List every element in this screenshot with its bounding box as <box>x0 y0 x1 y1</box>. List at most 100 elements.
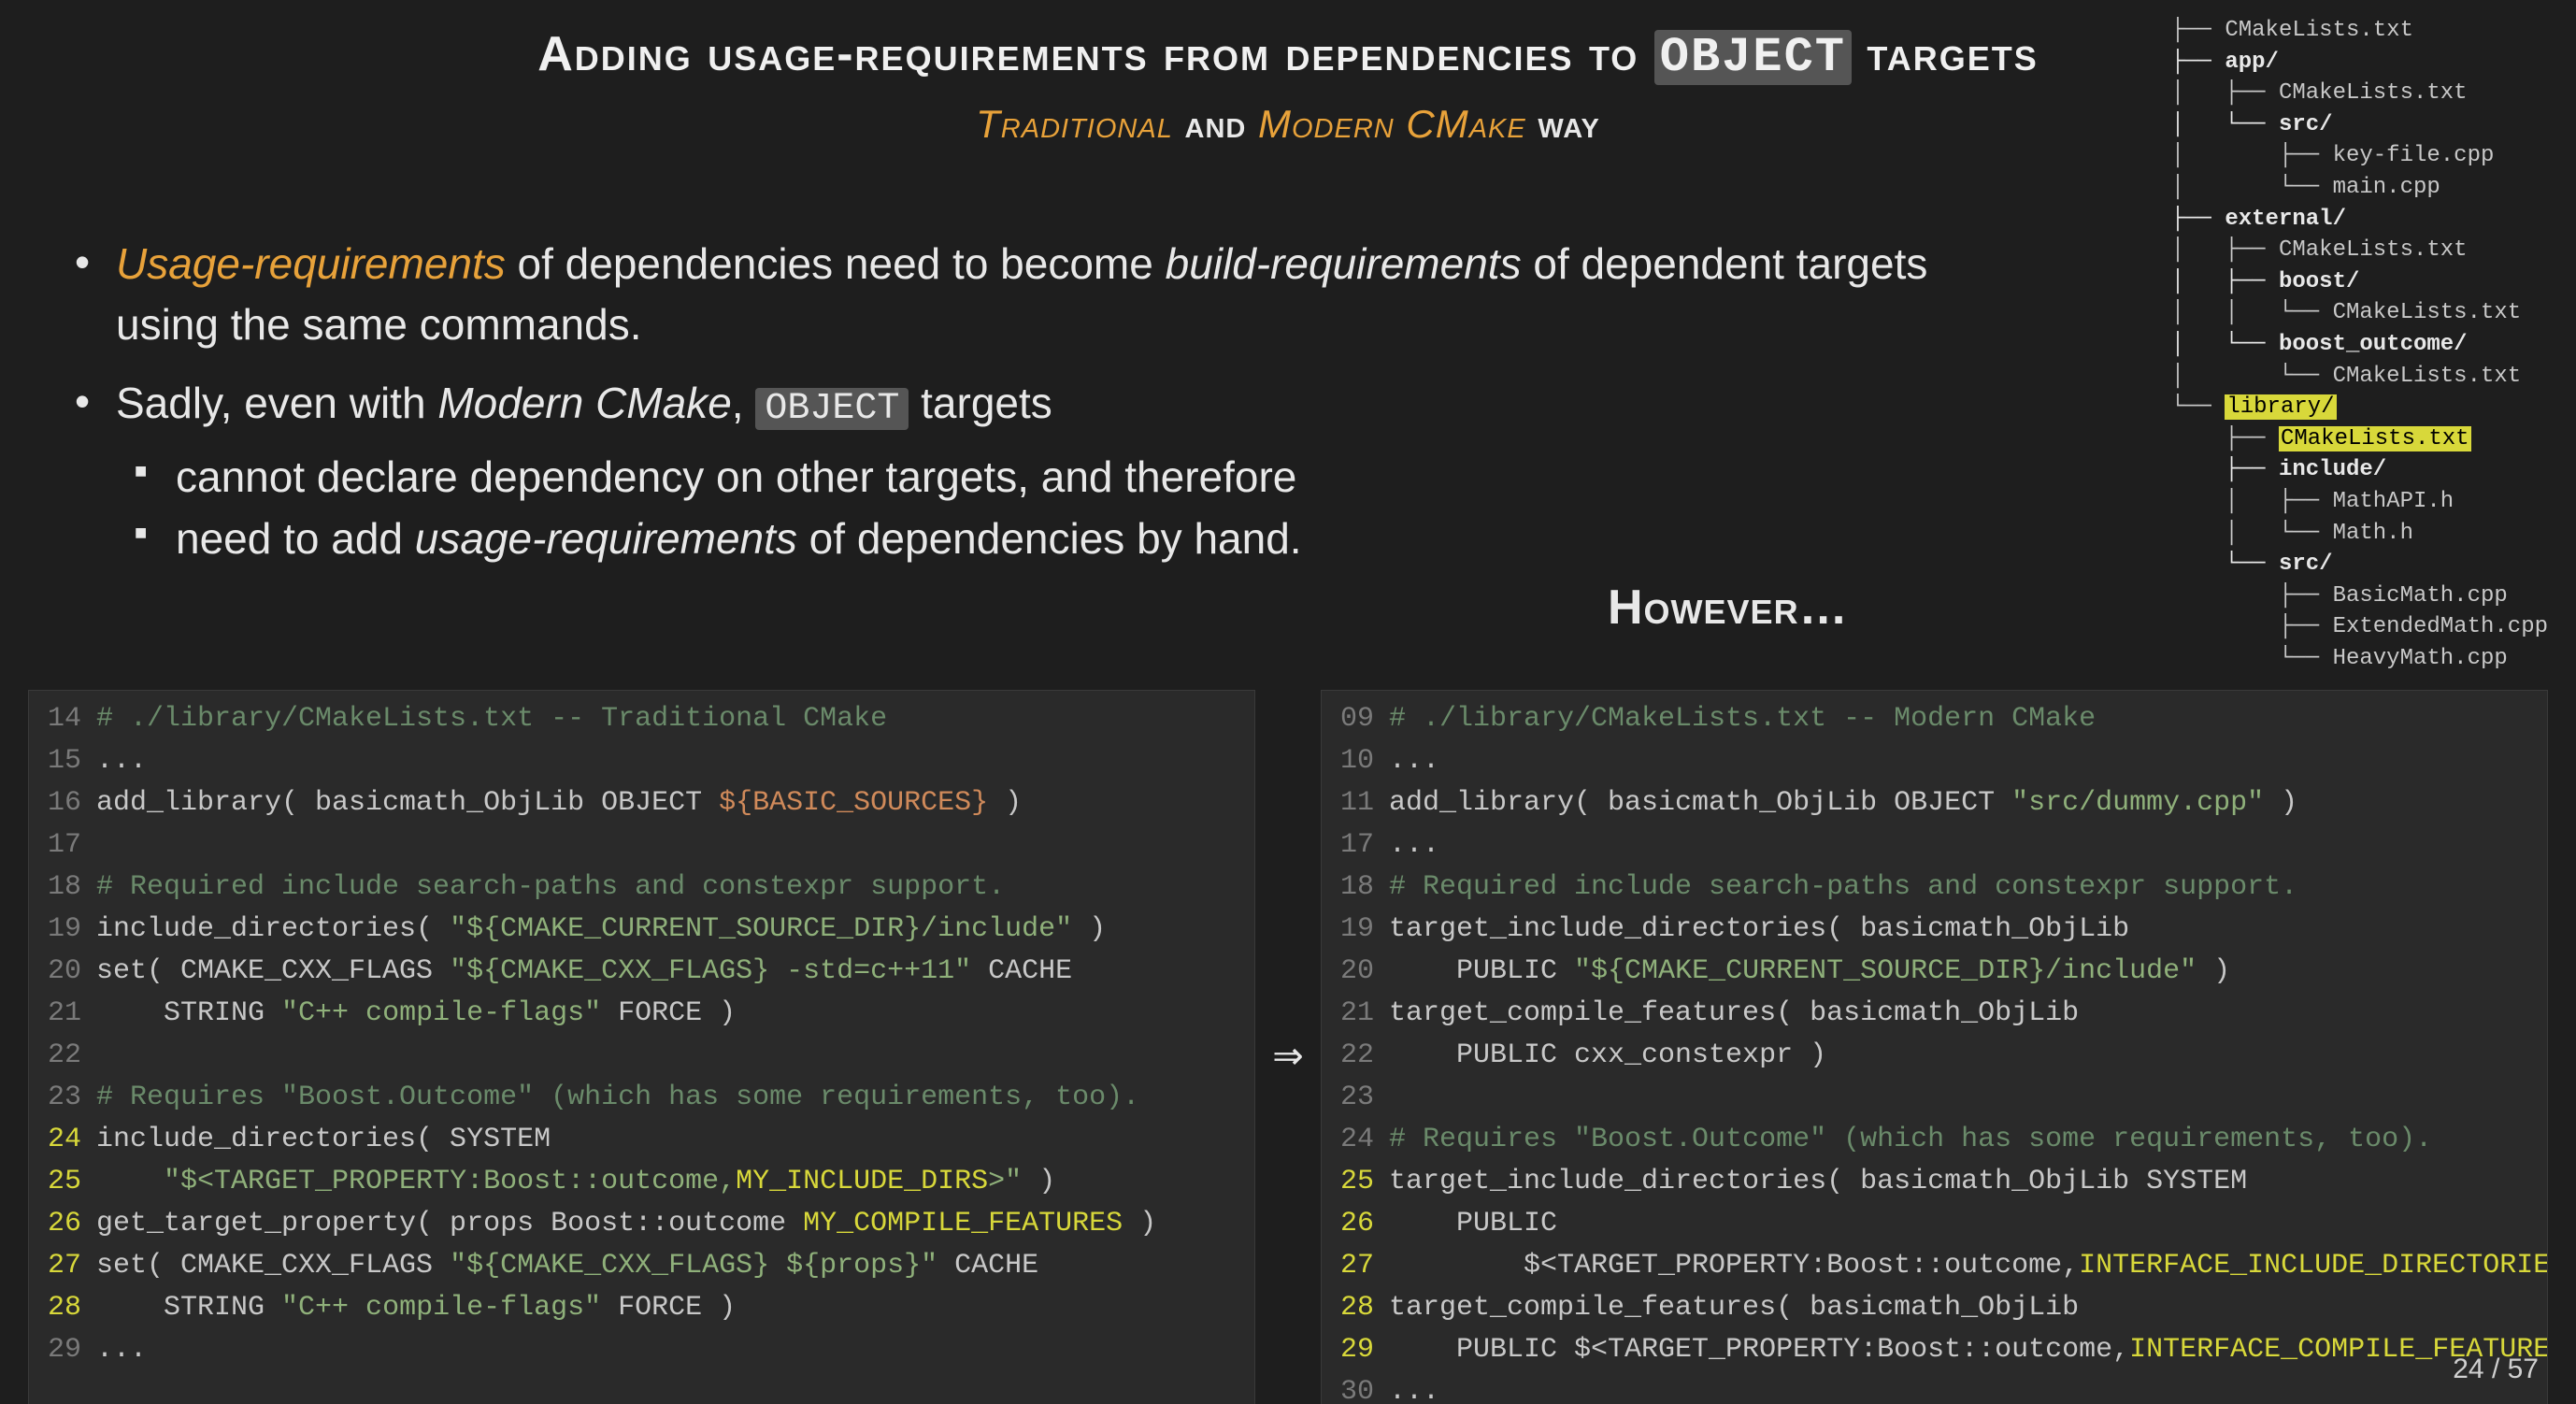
bullet-1-a: Usage-requirements <box>116 239 506 288</box>
code-text: "$<TARGET_PROPERTY:Boost::outcome,MY_INC… <box>96 1161 1055 1203</box>
code-text: target_include_directories( basicmath_Ob… <box>1389 909 2129 951</box>
code-text: PUBLIC "${CMAKE_CURRENT_SOURCE_DIR}/incl… <box>1389 951 2230 993</box>
arrow-icon: ⇒ <box>1255 690 1321 1404</box>
code-line: 22 PUBLIC cxx_constexpr ) <box>1322 1035 2547 1077</box>
code-pane-left: 14# ./library/CMakeLists.txt -- Traditio… <box>28 690 1255 1404</box>
tree-row: │ ├── key-file.cpp <box>2171 140 2548 172</box>
code-line: 23# Requires "Boost.Outcome" (which has … <box>29 1077 1254 1119</box>
code-text: ... <box>1389 824 1439 867</box>
tree-row: │ ├── MathAPI.h <box>2171 486 2548 518</box>
tree-row: │ ├── CMakeLists.txt <box>2171 78 2548 109</box>
tree-row: ├── include/ <box>2171 454 2548 486</box>
subtitle-way: way <box>1526 102 1600 146</box>
line-number: 24 <box>1322 1119 1389 1161</box>
code-line: 20 PUBLIC "${CMAKE_CURRENT_SOURCE_DIR}/i… <box>1322 951 2547 993</box>
code-text: target_compile_features( basicmath_ObjLi… <box>1389 1287 2079 1329</box>
line-number: 15 <box>29 740 96 782</box>
line-number: 29 <box>1322 1329 1389 1371</box>
file-tree: ├── CMakeLists.txt├── app/│ ├── CMakeLis… <box>2171 15 2548 674</box>
code-text: set( CMAKE_CXX_FLAGS "${CMAKE_CXX_FLAGS}… <box>96 1245 1038 1287</box>
code-line: 17 <box>29 824 1254 867</box>
tree-row: │ └── src/ <box>2171 109 2548 141</box>
tree-row: ├── ExtendedMath.cpp <box>2171 611 2548 643</box>
tree-row: ├── external/ <box>2171 204 2548 236</box>
code-line: 29... <box>29 1329 1254 1371</box>
line-number: 20 <box>29 951 96 993</box>
code-line: 28 STRING "C++ compile-flags" FORCE ) <box>29 1287 1254 1329</box>
title-post: targets <box>1852 27 2039 81</box>
code-line: 15... <box>29 740 1254 782</box>
line-number: 16 <box>29 782 96 824</box>
tree-row: ├── CMakeLists.txt <box>2171 15 2548 47</box>
code-line: 27set( CMAKE_CXX_FLAGS "${CMAKE_CXX_FLAG… <box>29 1245 1254 1287</box>
line-number: 19 <box>1322 909 1389 951</box>
code-line: 19include_directories( "${CMAKE_CURRENT_… <box>29 909 1254 951</box>
code-text: target_compile_features( basicmath_ObjLi… <box>1389 993 2079 1035</box>
code-text: # Requires "Boost.Outcome" (which has so… <box>1389 1119 2432 1161</box>
line-number: 17 <box>29 824 96 867</box>
code-line: 24include_directories( SYSTEM <box>29 1119 1254 1161</box>
line-number: 14 <box>29 698 96 740</box>
line-number: 26 <box>1322 1203 1389 1245</box>
line-number: 19 <box>29 909 96 951</box>
however-text: However… <box>1608 580 1849 636</box>
code-row: 14# ./library/CMakeLists.txt -- Traditio… <box>28 690 2548 1404</box>
tree-row: │ └── boost_outcome/ <box>2171 329 2548 361</box>
code-text: add_library( basicmath_ObjLib OBJECT "sr… <box>1389 782 2297 824</box>
code-text: ... <box>1389 740 1439 782</box>
tree-row: │ └── CMakeLists.txt <box>2171 361 2548 393</box>
code-text: ... <box>96 1329 147 1371</box>
line-number: 25 <box>1322 1161 1389 1203</box>
code-text: STRING "C++ compile-flags" FORCE ) <box>96 993 736 1035</box>
code-line: 16add_library( basicmath_ObjLib OBJECT $… <box>29 782 1254 824</box>
subtitle-traditional: Traditional <box>976 102 1173 146</box>
code-text: include_directories( "${CMAKE_CURRENT_SO… <box>96 909 1106 951</box>
line-number: 20 <box>1322 951 1389 993</box>
subtitle-and: and <box>1173 102 1258 146</box>
tree-row: │ ├── CMakeLists.txt <box>2171 235 2548 266</box>
line-number: 26 <box>29 1203 96 1245</box>
code-line: 24# Requires "Boost.Outcome" (which has … <box>1322 1119 2547 1161</box>
tree-row: │ └── Math.h <box>2171 518 2548 550</box>
line-number: 29 <box>29 1329 96 1371</box>
main-bullets: Usage-requirements of dependencies need … <box>65 234 1953 586</box>
tree-row: │ │ └── CMakeLists.txt <box>2171 297 2548 329</box>
bullet-2-object-tag: OBJECT <box>755 388 909 430</box>
code-line: 23 <box>1322 1077 2547 1119</box>
code-line: 18# Required include search-paths and co… <box>1322 867 2547 909</box>
tree-row: ├── app/ <box>2171 47 2548 79</box>
bullet-2-d: targets <box>909 379 1052 427</box>
sub-2-c: of dependencies by hand. <box>797 514 1302 563</box>
sub-2-b: usage-requirements <box>415 514 797 563</box>
code-text: PUBLIC cxx_constexpr ) <box>1389 1035 1826 1077</box>
line-number: 11 <box>1322 782 1389 824</box>
code-line: 22 <box>29 1035 1254 1077</box>
bullet-2-a: Sadly, even with <box>116 379 437 427</box>
tree-row: └── src/ <box>2171 549 2548 580</box>
line-number: 24 <box>29 1119 96 1161</box>
code-line: 11add_library( basicmath_ObjLib OBJECT "… <box>1322 782 2547 824</box>
line-number: 21 <box>29 993 96 1035</box>
line-number: 28 <box>29 1287 96 1329</box>
bullet-1-b: of dependencies need to become <box>506 239 1166 288</box>
code-line: 25target_include_directories( basicmath_… <box>1322 1161 2547 1203</box>
code-line: 21target_compile_features( basicmath_Obj… <box>1322 993 2547 1035</box>
code-text: # Required include search-paths and cons… <box>96 867 1005 909</box>
code-line: 26 PUBLIC <box>1322 1203 2547 1245</box>
line-number: 23 <box>29 1077 96 1119</box>
line-number: 27 <box>1322 1245 1389 1287</box>
code-line: 27 $<TARGET_PROPERTY:Boost::outcome,INTE… <box>1322 1245 2547 1287</box>
bullet-2: Sadly, even with Modern CMake, OBJECT ta… <box>65 373 1953 569</box>
code-line: 25 "$<TARGET_PROPERTY:Boost::outcome,MY_… <box>29 1161 1254 1203</box>
code-pane-right: 09# ./library/CMakeLists.txt -- Modern C… <box>1321 690 2548 1404</box>
line-number: 17 <box>1322 824 1389 867</box>
line-number: 18 <box>29 867 96 909</box>
line-number: 18 <box>1322 867 1389 909</box>
code-line: 19target_include_directories( basicmath_… <box>1322 909 2547 951</box>
code-text: ... <box>96 740 147 782</box>
code-text: # Requires "Boost.Outcome" (which has so… <box>96 1077 1139 1119</box>
code-text: target_include_directories( basicmath_Ob… <box>1389 1161 2247 1203</box>
bullet-2-b: Modern CMake <box>437 379 731 427</box>
title-object-tag: OBJECT <box>1654 30 1852 85</box>
line-number: 28 <box>1322 1287 1389 1329</box>
